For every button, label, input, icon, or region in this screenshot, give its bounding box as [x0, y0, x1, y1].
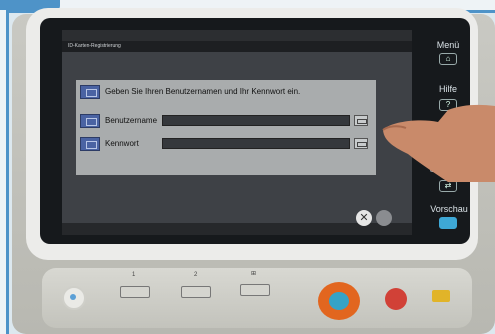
reset-button[interactable] [432, 290, 450, 302]
password-label: Kennwort [105, 139, 139, 148]
power-button[interactable] [62, 286, 86, 310]
register-key-1[interactable] [120, 286, 150, 298]
login-dialog: Geben Sie Ihren Benutzernamen und Ihr Ke… [76, 80, 376, 175]
menu-home-button[interactable]: ⌂ [439, 53, 457, 65]
username-label: Benutzername [105, 116, 158, 125]
instruction-text: Geben Sie Ihren Benutzernamen und Ihr Ke… [105, 87, 301, 96]
username-row[interactable]: Benutzername [80, 113, 157, 128]
preview-label: Vorschau [430, 204, 468, 214]
instruction-row: Geben Sie Ihren Benutzernamen und Ihr Ke… [80, 84, 300, 99]
username-field[interactable] [162, 115, 350, 126]
password-keyboard-button[interactable] [354, 138, 368, 149]
password-row[interactable]: Kennwort [80, 136, 139, 151]
password-field[interactable] [162, 138, 350, 149]
preview-button[interactable] [439, 217, 457, 229]
register-key-2[interactable] [181, 286, 211, 298]
ok-button[interactable] [376, 210, 392, 226]
id-card-icon [80, 84, 100, 99]
lock-icon [80, 136, 100, 151]
key-3-icon: ⊞ [251, 271, 257, 277]
close-button[interactable]: ✕ [356, 210, 372, 226]
key-2-number: 2 [194, 272, 198, 278]
username-keyboard-button[interactable] [354, 115, 368, 126]
user-icon [80, 113, 100, 128]
touch-screen: ID-Karten-Registrierung Geben Sie Ihren … [62, 30, 412, 235]
screen-header [62, 30, 412, 41]
register-key-3[interactable] [240, 284, 270, 296]
key-1-number: 1 [132, 272, 136, 278]
stop-button[interactable] [385, 288, 407, 310]
window-title: ID-Karten-Registrierung [62, 41, 412, 52]
pointing-hand [382, 104, 495, 182]
menu-label: Menü [436, 40, 460, 50]
start-button[interactable] [318, 282, 360, 320]
hardware-keypad [42, 268, 472, 328]
